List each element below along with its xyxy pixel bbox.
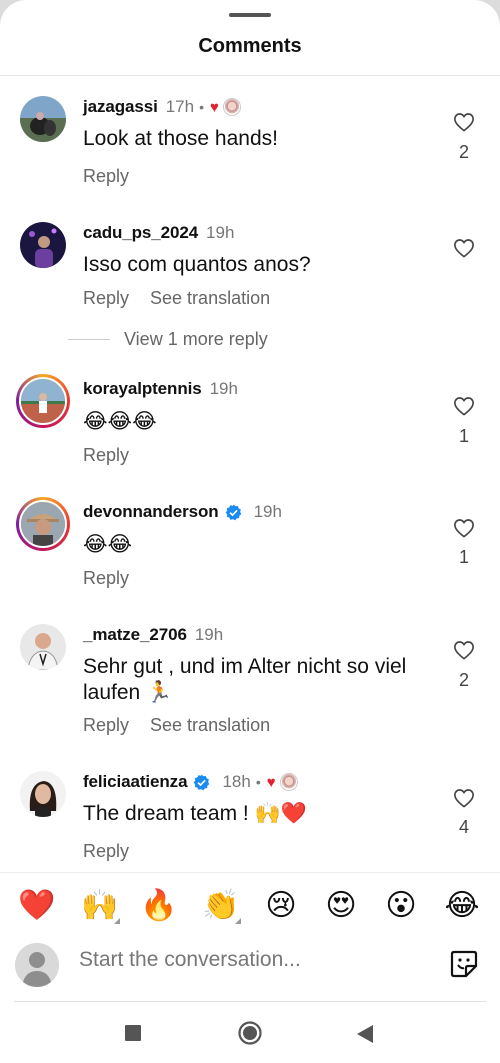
user-avatar <box>15 943 59 987</box>
reaction-crying[interactable]: 😢 <box>261 886 301 926</box>
heart-outline-icon[interactable] <box>452 396 476 421</box>
reaction-raising-hands[interactable]: 🙌 <box>80 886 120 926</box>
reaction-heart[interactable]: ❤️ <box>17 886 57 926</box>
comment-actions: Reply <box>83 841 150 862</box>
comment-actions: Reply <box>83 445 150 466</box>
system-navigation-bar <box>0 1002 500 1063</box>
circle-icon[interactable] <box>238 1021 262 1050</box>
quick-reaction-bar: ❤️ 🙌 🔥 👏 😢 😍 😮 😂 <box>0 872 500 934</box>
reaction-laughing[interactable]: 😂 <box>442 886 482 926</box>
sticker-icon[interactable] <box>448 948 480 980</box>
reply-button[interactable]: Reply <box>83 568 129 589</box>
heart-outline-icon[interactable] <box>452 788 476 813</box>
comment-input[interactable]: Start the conversation... <box>79 948 301 972</box>
comment-meta: devonnanderson 19h <box>83 501 282 523</box>
comment-actions: Reply See translation <box>83 288 291 309</box>
reply-button[interactable]: Reply <box>83 288 129 309</box>
avatar[interactable] <box>20 624 66 670</box>
creator-mini-avatar <box>279 773 298 791</box>
divider-line <box>68 339 110 340</box>
triangle-back-icon[interactable] <box>357 1025 373 1048</box>
comment-meta: _matze_2706 19h <box>83 624 223 646</box>
avatar[interactable] <box>20 771 66 817</box>
creator-mini-avatar <box>222 98 241 116</box>
skin-tone-indicator <box>114 918 120 924</box>
comment-text: Isso com quantos anos? <box>83 253 311 276</box>
creator-liked-heart-icon: ♥ <box>210 98 219 116</box>
username[interactable]: korayalptennis <box>83 379 202 399</box>
comment-actions: Reply <box>83 568 150 589</box>
comment-text: Look at those hands! <box>83 127 278 150</box>
timestamp: 19h <box>194 625 224 644</box>
comment-text: 😂😂 <box>83 532 133 556</box>
comment-meta: korayalptennis 19h <box>83 378 238 400</box>
username[interactable]: devonnanderson <box>83 502 219 522</box>
separator-dot: • <box>199 99 204 115</box>
timestamp: 19h <box>206 223 235 242</box>
comment-actions: Reply <box>83 166 150 187</box>
skin-tone-indicator <box>235 918 241 924</box>
comment-meta: feliciaatienza 18h • ♥ <box>83 771 298 793</box>
reaction-surprised[interactable]: 😮 <box>381 886 421 926</box>
reply-button[interactable]: Reply <box>83 841 129 862</box>
reply-button[interactable]: Reply <box>83 166 129 187</box>
square-icon[interactable] <box>125 1025 141 1046</box>
avatar[interactable] <box>16 374 70 428</box>
comments-sheet: Comments jazagassi 17h • ♥ Look at those… <box>0 0 500 1063</box>
timestamp: 19h <box>209 379 238 398</box>
like-count: 1 <box>458 426 469 446</box>
comment-text: 😂😂😂 <box>83 409 157 433</box>
username[interactable]: feliciaatienza <box>83 772 188 792</box>
avatar[interactable] <box>16 497 70 551</box>
see-translation-button[interactable]: See translation <box>150 715 270 736</box>
timestamp: 17h <box>165 97 195 116</box>
comment-text: Sehr gut , und im Alter nicht so viel la… <box>83 655 407 704</box>
username[interactable]: cadu_ps_2024 <box>83 223 198 243</box>
heart-outline-icon[interactable] <box>452 238 476 263</box>
reaction-fire[interactable]: 🔥 <box>139 886 179 926</box>
page-title: Comments <box>198 35 302 57</box>
like-count: 4 <box>458 817 469 837</box>
timestamp: 19h <box>253 502 282 521</box>
comment-meta: jazagassi 17h • ♥ <box>83 96 241 118</box>
separator-dot: • <box>255 774 261 790</box>
heart-outline-icon[interactable] <box>452 112 476 137</box>
drag-handle[interactable] <box>229 13 271 17</box>
like-count: 2 <box>458 142 469 162</box>
timestamp: 18h <box>222 772 251 791</box>
reply-button[interactable]: Reply <box>83 715 129 736</box>
reply-button[interactable]: Reply <box>83 445 129 466</box>
comment-composer: Start the conversation... <box>0 936 500 1002</box>
like-count: 1 <box>458 547 469 567</box>
see-translation-button[interactable]: See translation <box>150 288 270 309</box>
comment-text: The dream team ! 🙌❤️ <box>83 802 307 825</box>
avatar[interactable] <box>20 96 66 142</box>
view-more-replies-button[interactable]: View 1 more reply <box>68 329 268 350</box>
creator-liked-heart-icon: ♥ <box>266 773 276 791</box>
avatar[interactable] <box>20 222 66 268</box>
reaction-clapping[interactable]: 👏 <box>201 886 241 926</box>
like-count: 2 <box>458 670 469 690</box>
verified-badge-icon <box>194 774 210 790</box>
header-divider <box>0 75 500 76</box>
verified-badge-icon <box>225 504 241 520</box>
username[interactable]: jazagassi <box>83 97 158 117</box>
username[interactable]: _matze_2706 <box>83 625 187 645</box>
heart-outline-icon[interactable] <box>452 518 476 543</box>
reaction-heart-eyes[interactable]: 😍 <box>321 886 361 926</box>
comment-meta: cadu_ps_2024 19h <box>83 222 234 244</box>
comment-actions: Reply See translation <box>83 715 291 736</box>
heart-outline-icon[interactable] <box>452 640 476 665</box>
view-more-label: View 1 more reply <box>124 329 268 349</box>
